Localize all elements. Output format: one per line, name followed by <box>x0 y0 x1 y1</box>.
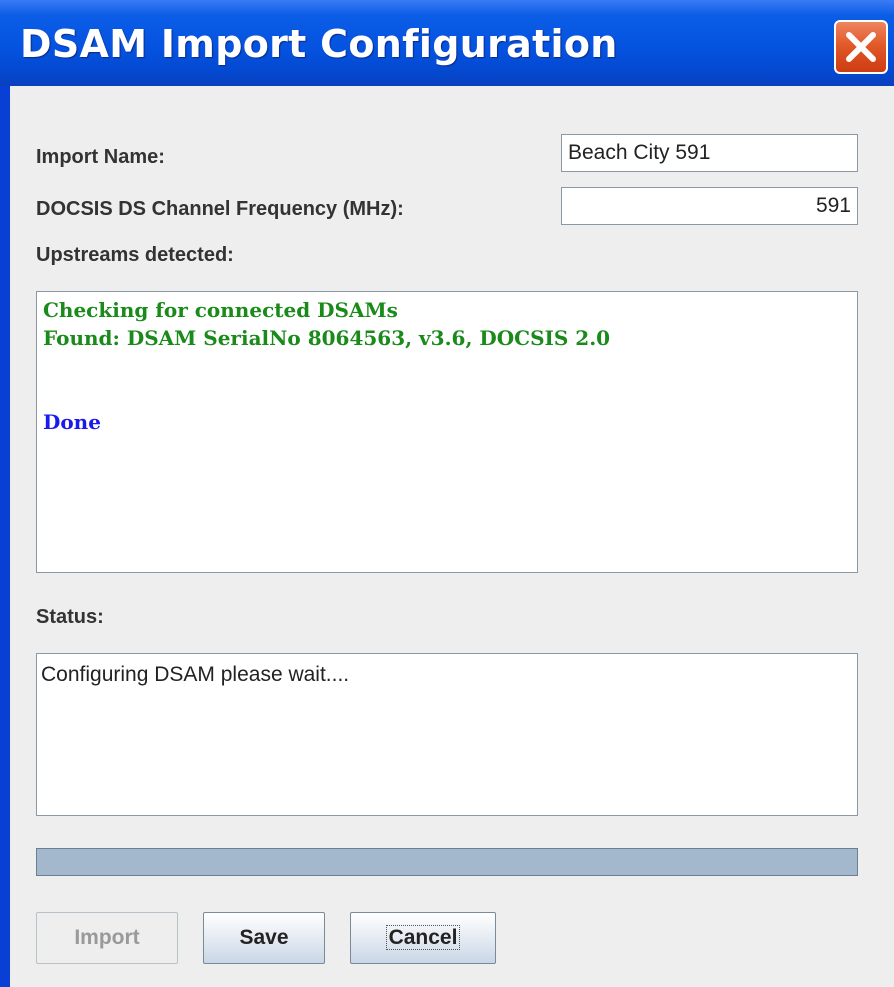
cancel-button[interactable]: Cancel <box>350 912 496 964</box>
save-button[interactable]: Save <box>203 912 325 964</box>
window-title: DSAM Import Configuration <box>20 22 618 66</box>
status-text: Configuring DSAM please wait.... <box>41 663 350 686</box>
log-line: Done <box>43 410 101 434</box>
progress-bar <box>36 848 858 876</box>
status-area[interactable]: Configuring DSAM please wait.... <box>36 653 858 816</box>
import-name-input[interactable]: Beach City 591 <box>561 134 858 172</box>
upstreams-log-area[interactable]: Checking for connected DSAMs Found: DSAM … <box>36 291 858 573</box>
import-button[interactable]: Import <box>36 912 178 964</box>
close-icon <box>846 32 876 62</box>
dialog-window: DSAM Import Configuration Import Name: B… <box>0 0 894 987</box>
upstreams-label: Upstreams detected: <box>36 244 234 266</box>
frequency-label: DOCSIS DS Channel Frequency (MHz): <box>36 198 404 220</box>
import-name-label: Import Name: <box>36 146 165 168</box>
status-label: Status: <box>36 606 104 628</box>
frequency-input[interactable]: 591 <box>561 187 858 225</box>
close-button[interactable] <box>834 20 888 74</box>
title-bar[interactable]: DSAM Import Configuration <box>0 0 894 86</box>
log-line: Checking for connected DSAMs <box>43 298 398 322</box>
log-line: Found: DSAM SerialNo 8064563, v3.6, DOCS… <box>43 326 611 350</box>
cancel-label: Cancel <box>385 925 461 950</box>
dialog-content: Import Name: Beach City 591 DOCSIS DS Ch… <box>10 86 894 987</box>
